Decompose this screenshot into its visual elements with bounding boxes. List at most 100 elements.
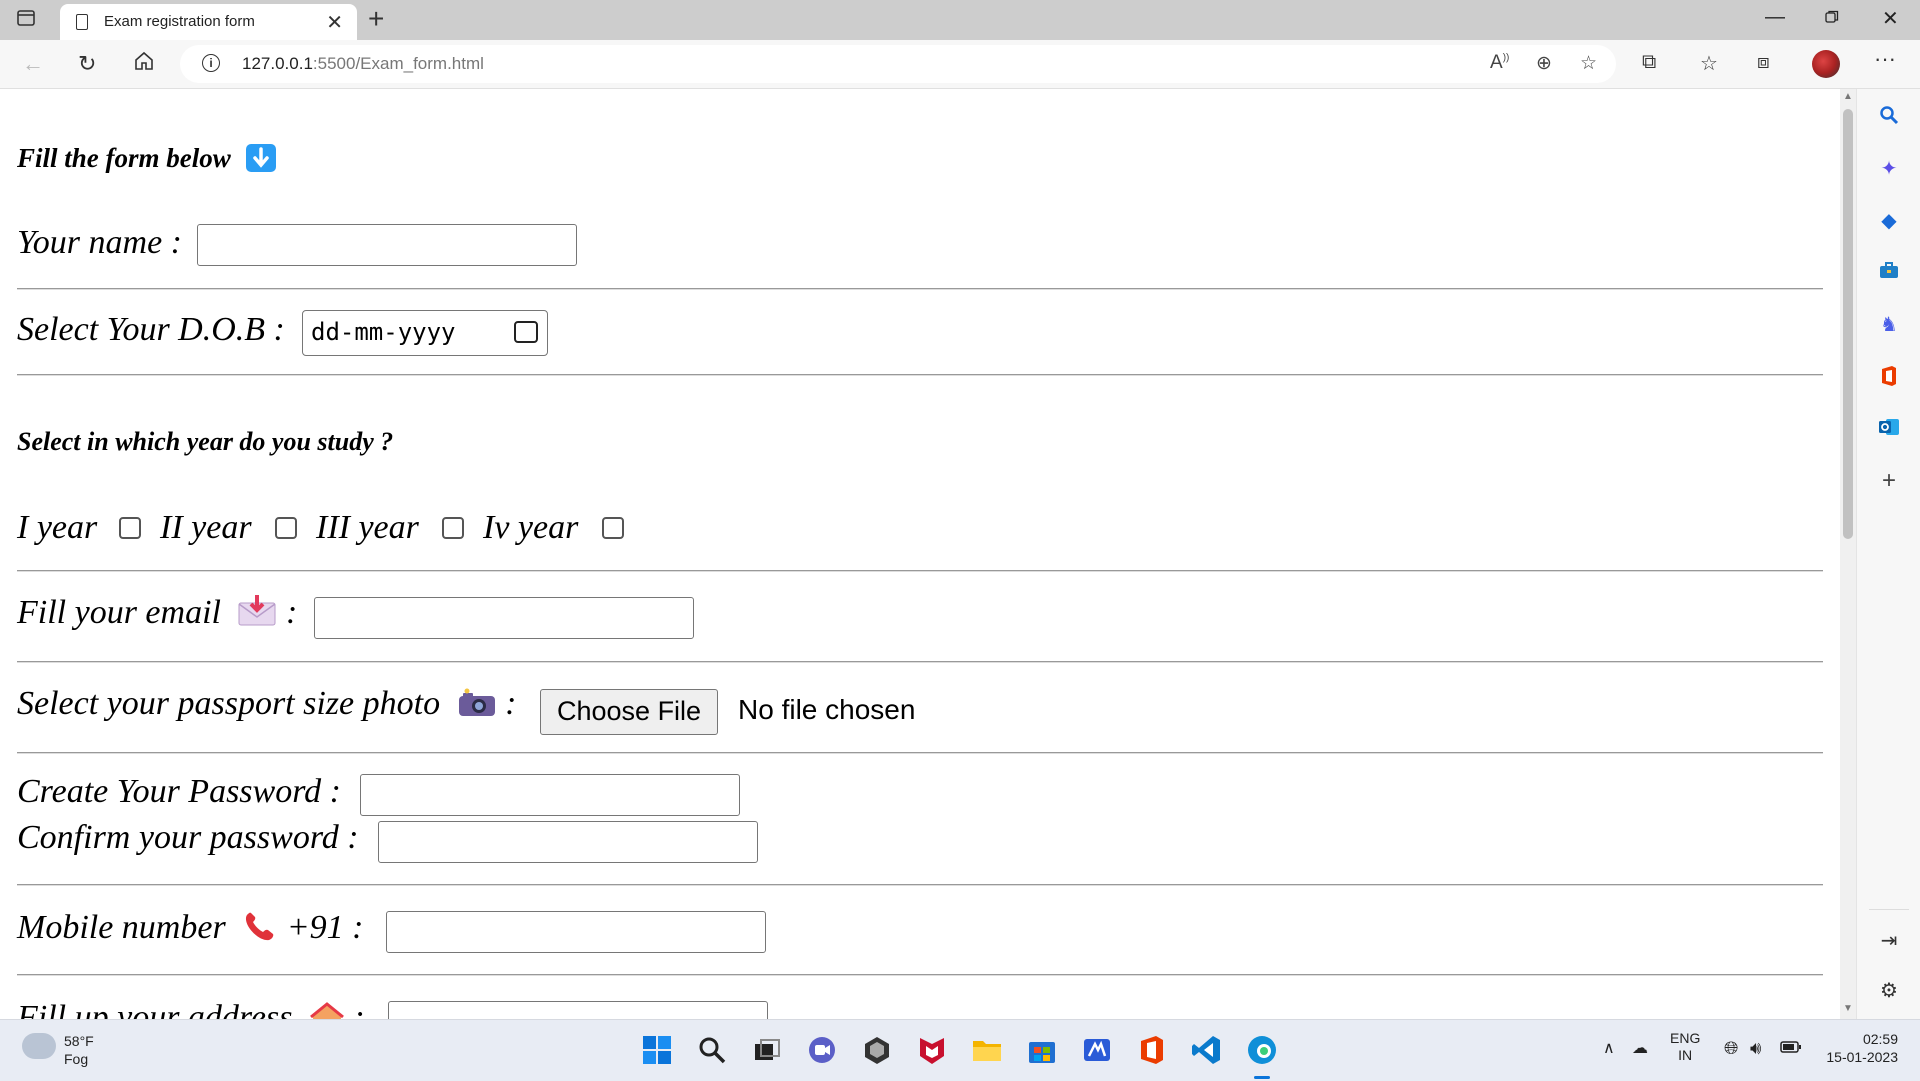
- password-label: Create Your Password :: [17, 773, 341, 810]
- tab-title: Exam registration form: [104, 13, 255, 30]
- windows-taskbar: 58°F Fog ∧ ☁ ENG IN 🌐︎ 🔊︎ 02:59 15-01-20…: [0, 1019, 1920, 1081]
- scrollbar-thumb[interactable]: [1843, 109, 1853, 539]
- search-icon[interactable]: [696, 1034, 728, 1066]
- pen-app-icon[interactable]: [1081, 1034, 1113, 1066]
- dob-input[interactable]: dd-mm-yyyy: [302, 310, 548, 356]
- battery-icon[interactable]: [1780, 1040, 1802, 1057]
- page-scrollbar[interactable]: ▲ ▼: [1840, 89, 1856, 1019]
- games-icon[interactable]: ♞: [1877, 313, 1901, 337]
- divider: [17, 374, 1823, 376]
- vscode-icon[interactable]: [1191, 1034, 1223, 1066]
- browser-tab-strip: Exam registration form ✕ + — ✕: [0, 0, 1920, 40]
- onedrive-icon[interactable]: ☁: [1632, 1038, 1648, 1058]
- divider: [17, 570, 1823, 572]
- hide-sidebar-icon[interactable]: ⇥: [1877, 929, 1901, 953]
- more-options-icon[interactable]: ···: [1874, 46, 1896, 72]
- office-icon[interactable]: [1136, 1034, 1168, 1066]
- email-label: Fill your email :: [17, 594, 298, 631]
- address-bar[interactable]: i 127.0.0.1:5500/Exam_form.html A)) ⊕ ☆: [180, 45, 1616, 83]
- new-tab-icon[interactable]: +: [368, 4, 384, 34]
- language-indicator[interactable]: ENG IN: [1670, 1030, 1700, 1064]
- mobile-label: Mobile number +91 :: [17, 909, 364, 946]
- year-2-label: II year: [160, 509, 252, 546]
- choose-file-button[interactable]: Choose File: [540, 689, 719, 735]
- email-input[interactable]: [314, 597, 694, 639]
- zoom-icon[interactable]: ⊕: [1536, 52, 1552, 75]
- year-1-checkbox[interactable]: [119, 517, 141, 539]
- form-heading: Fill the form below: [17, 143, 276, 175]
- volume-icon[interactable]: 🔊︎: [1750, 1038, 1761, 1059]
- address-input[interactable]: [388, 1001, 768, 1019]
- office-icon[interactable]: [1877, 365, 1901, 389]
- network-globe-icon[interactable]: 🌐︎: [1724, 1038, 1738, 1059]
- search-icon[interactable]: [1877, 105, 1901, 129]
- clock[interactable]: 02:59 15-01-2023: [1822, 1030, 1898, 1066]
- year-question: Select in which year do you study ?: [17, 427, 394, 456]
- password-input[interactable]: [360, 774, 740, 816]
- back-icon[interactable]: ←: [22, 52, 44, 76]
- sidebar-divider: [1869, 909, 1909, 910]
- browser-tab[interactable]: Exam registration form ✕: [60, 4, 357, 40]
- calendar-icon[interactable]: [514, 321, 538, 343]
- year-3-checkbox[interactable]: [442, 517, 464, 539]
- copilot-icon[interactable]: ✦: [1877, 157, 1901, 181]
- profile-avatar[interactable]: [1812, 50, 1840, 78]
- settings-gear-icon[interactable]: ⚙: [1877, 979, 1901, 1003]
- divider: [17, 884, 1823, 886]
- weather-widget[interactable]: 58°F Fog: [64, 1032, 94, 1068]
- outlook-icon[interactable]: [1877, 417, 1901, 441]
- tools-icon[interactable]: [1877, 261, 1901, 285]
- fog-weather-icon[interactable]: [22, 1033, 56, 1059]
- envelope-icon: [237, 595, 277, 627]
- minimize-icon[interactable]: —: [1765, 6, 1785, 29]
- photo-label: Select your passport size photo :: [17, 685, 517, 722]
- show-hidden-icons-chevron-icon[interactable]: ∧: [1603, 1038, 1615, 1058]
- name-input[interactable]: [197, 224, 577, 266]
- restore-icon[interactable]: [1824, 8, 1840, 31]
- home-icon[interactable]: [133, 50, 155, 77]
- edge-sidebar: ✦ ◆ ♞ + ⇥ ⚙: [1856, 89, 1920, 1019]
- weather-condition: Fog: [64, 1051, 89, 1067]
- add-sidebar-app-icon[interactable]: +: [1877, 469, 1901, 493]
- year-1-label: I year: [17, 509, 98, 546]
- clock-date: 15-01-2023: [1826, 1049, 1898, 1065]
- file-explorer-icon[interactable]: [971, 1034, 1003, 1066]
- divider: [17, 288, 1823, 290]
- close-window-icon[interactable]: ✕: [1882, 6, 1899, 31]
- year-2-checkbox[interactable]: [275, 517, 297, 539]
- house-icon: [309, 1002, 345, 1019]
- dob-placeholder: dd-mm-yyyy: [311, 318, 456, 346]
- page-icon: [76, 14, 88, 30]
- favorites-icon[interactable]: ☆: [1700, 51, 1718, 76]
- unity-icon[interactable]: [861, 1034, 893, 1066]
- year-4-label: Iv year: [483, 509, 579, 546]
- dob-label: Select Your D.O.B :: [17, 311, 285, 348]
- mcafee-icon[interactable]: [916, 1034, 948, 1066]
- microsoft-store-icon[interactable]: [1026, 1034, 1058, 1066]
- site-info-icon[interactable]: i: [202, 54, 220, 72]
- collections-icon[interactable]: ⧈: [1757, 51, 1770, 74]
- phone-icon: [242, 910, 278, 944]
- mobile-input[interactable]: [386, 911, 766, 953]
- teams-chat-icon[interactable]: [806, 1034, 838, 1066]
- close-tab-icon[interactable]: ✕: [326, 10, 343, 35]
- url-text: 127.0.0.1:5500/Exam_form.html: [242, 54, 484, 73]
- divider: [17, 661, 1823, 663]
- start-menu-icon[interactable]: [641, 1034, 673, 1066]
- refresh-icon[interactable]: ↻: [78, 52, 96, 76]
- scroll-down-arrow[interactable]: ▼: [1843, 1003, 1853, 1014]
- tab-actions-icon[interactable]: [16, 8, 40, 32]
- add-favorite-icon[interactable]: ☆: [1580, 52, 1597, 75]
- weather-temp: 58°F: [64, 1033, 94, 1049]
- page-content: Fill the form below Your name : Select Y…: [0, 89, 1840, 1019]
- divider: [17, 974, 1823, 976]
- extensions-icon[interactable]: ⧉: [1642, 51, 1656, 74]
- task-view-icon[interactable]: [751, 1034, 783, 1066]
- confirm-password-input[interactable]: [378, 821, 758, 863]
- edge-browser-icon[interactable]: [1246, 1034, 1278, 1066]
- file-status: No file chosen: [738, 694, 916, 725]
- scroll-up-arrow[interactable]: ▲: [1843, 91, 1853, 102]
- year-4-checkbox[interactable]: [602, 517, 624, 539]
- shopping-tag-icon[interactable]: ◆: [1877, 209, 1901, 233]
- read-aloud-icon[interactable]: A)): [1490, 52, 1509, 74]
